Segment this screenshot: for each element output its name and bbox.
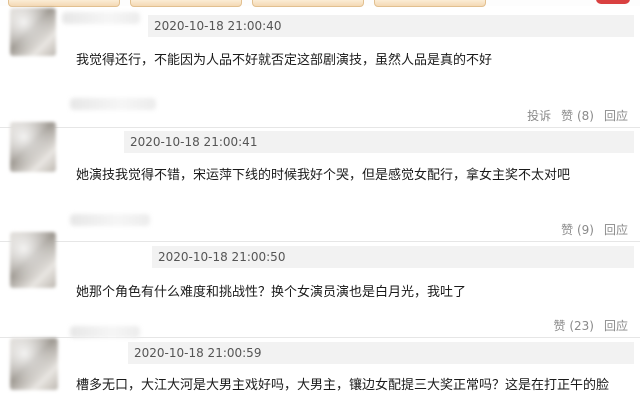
comment-text: 她那个角色有什么难度和挑战性？换个女演员演也是白月光，我吐了 <box>76 285 467 300</box>
like-link[interactable]: 赞 (23) <box>554 318 594 334</box>
avatar[interactable] <box>10 8 56 56</box>
comment-text: 槽多无口，大江大河是大男主戏好吗，大男主，镶边女配提三大奖正常吗？这是在打正午的… <box>76 378 610 393</box>
avatar[interactable] <box>10 232 56 288</box>
username-blurred[interactable] <box>70 326 140 338</box>
comment-text: 我觉得还行，不能因为人品不好就否定这部剧演技，虽然人品是真的不好 <box>76 53 493 68</box>
avatar[interactable] <box>10 122 56 172</box>
divider <box>0 127 640 128</box>
username-blurred[interactable] <box>70 214 150 226</box>
top-tab-button[interactable] <box>130 0 242 7</box>
top-tab-button[interactable] <box>8 0 120 7</box>
like-link[interactable]: 赞 (8) <box>561 108 594 124</box>
comment-text: 她演技我觉得不错，宋运萍下线的时候我好个哭，但是感觉女配行，拿女主奖不太对吧 <box>76 168 571 183</box>
comment-timestamp: 2020-10-18 21:00:59 <box>134 346 262 360</box>
comment-actions: 赞 (9) 回应 <box>561 222 628 238</box>
comment-actions: 投诉 赞 (8) 回应 <box>527 108 628 124</box>
comment-timestamp: 2020-10-18 21:00:40 <box>154 19 282 33</box>
reply-link[interactable]: 回应 <box>604 108 628 124</box>
username-blurred[interactable] <box>62 12 140 24</box>
comment-actions: 赞 (23) 回应 <box>554 318 628 334</box>
username-blurred[interactable] <box>70 98 156 110</box>
reply-link[interactable]: 回应 <box>604 222 628 238</box>
divider <box>0 241 640 242</box>
avatar[interactable] <box>10 338 58 390</box>
like-link[interactable]: 赞 (9) <box>561 222 594 238</box>
comment-timestamp: 2020-10-18 21:00:50 <box>158 250 286 264</box>
top-red-badge <box>596 0 630 4</box>
top-tab-button[interactable] <box>252 0 364 7</box>
top-tab-button[interactable] <box>374 0 486 7</box>
comment-timestamp: 2020-10-18 21:00:41 <box>130 135 258 149</box>
reply-link[interactable]: 回应 <box>604 318 628 334</box>
report-link[interactable]: 投诉 <box>527 108 551 124</box>
